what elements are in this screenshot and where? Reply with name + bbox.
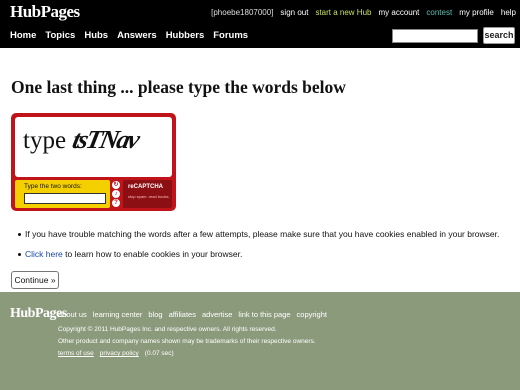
site-header: HubPages [phoebe1807000] sign out start a … — [0, 0, 520, 48]
username-link[interactable]: [phoebe1807000] — [211, 8, 273, 17]
nav-forums[interactable]: Forums — [213, 30, 248, 41]
captcha-input-label: Type the two words: — [24, 183, 82, 190]
captcha-image: type tsTNav — [15, 117, 172, 177]
footer-link-affiliates[interactable]: affiliates — [169, 310, 196, 319]
nav-answers[interactable]: Answers — [117, 30, 157, 41]
footer-meta: terms of use privacy policy (0.07 sec) — [58, 350, 174, 357]
help-link[interactable]: help — [501, 8, 516, 17]
page-timing: (0.07 sec) — [144, 350, 174, 357]
recaptcha-logo: reCAPTCHA — [128, 184, 164, 190]
footer-link-link-to-page[interactable]: link to this page — [238, 310, 290, 319]
cookie-tip-text: If you have trouble matching the words a… — [25, 229, 500, 239]
nav-topics[interactable]: Topics — [45, 30, 75, 41]
nav-home[interactable]: Home — [10, 30, 36, 41]
privacy-policy-link[interactable]: privacy policy — [100, 350, 139, 357]
continue-button[interactable]: Continue » — [11, 271, 59, 289]
captcha-widget: type tsTNav Type the two words: ↻ ♪ ? re… — [11, 113, 176, 211]
captcha-word-1: type — [23, 127, 67, 154]
page-title: One last thing ... please type the words… — [11, 77, 346, 97]
click-here-link[interactable]: Click here — [25, 249, 63, 259]
footer-link-blog[interactable]: blog — [148, 310, 162, 319]
main-nav: Home Topics Hubs Answers Hubbers Forums — [10, 30, 257, 41]
footer-trademark: Other product and company names shown ma… — [58, 338, 316, 345]
footer-link-copyright[interactable]: copyright — [297, 310, 327, 319]
captcha-controls: ↻ ♪ ? — [112, 181, 120, 207]
bullet-icon — [18, 253, 21, 257]
cookie-tip: If you have trouble matching the words a… — [18, 229, 499, 239]
footer-copyright: Copyright © 2011 HubPages Inc. and respe… — [58, 326, 277, 333]
nav-hubs[interactable]: Hubs — [84, 30, 108, 41]
sign-out-link[interactable]: sign out — [280, 8, 308, 17]
footer-link-about[interactable]: about us — [58, 310, 87, 319]
refresh-icon[interactable]: ↻ — [112, 181, 120, 189]
terms-of-use-link[interactable]: terms of use — [58, 350, 94, 357]
site-logo[interactable]: HubPages — [10, 2, 80, 22]
recaptcha-brand: reCAPTCHA stop spam. read books. — [123, 180, 172, 208]
captcha-response-input[interactable] — [24, 193, 106, 204]
site-footer: HubPages about us learning center blog affi… — [0, 292, 520, 390]
search-button[interactable]: search — [483, 27, 515, 44]
captcha-input-panel: Type the two words: — [15, 180, 110, 208]
nav-hubbers[interactable]: Hubbers — [166, 30, 205, 41]
recaptcha-tagline: stop spam. read books. — [128, 194, 170, 199]
help-icon[interactable]: ? — [112, 199, 120, 207]
cookie-help-text: to learn how to enable cookies in your b… — [62, 249, 243, 259]
bullet-icon — [18, 233, 21, 237]
audio-icon[interactable]: ♪ — [112, 190, 120, 198]
captcha-word-2: tsTNav — [70, 125, 141, 154]
my-account-link[interactable]: my account — [378, 8, 419, 17]
my-profile-link[interactable]: my profile — [459, 8, 494, 17]
footer-link-learning-center[interactable]: learning center — [93, 310, 143, 319]
user-links: [phoebe1807000] sign out start a new Hub my… — [204, 8, 516, 17]
start-hub-link[interactable]: start a new Hub — [315, 8, 371, 17]
footer-links: about us learning center blog affiliates adv… — [58, 310, 333, 319]
search-input[interactable] — [392, 29, 478, 43]
footer-link-advertise[interactable]: advertise — [202, 310, 232, 319]
contest-link[interactable]: contest — [426, 8, 452, 17]
cookie-help-tip: Click here to learn how to enable cookie… — [18, 249, 242, 259]
